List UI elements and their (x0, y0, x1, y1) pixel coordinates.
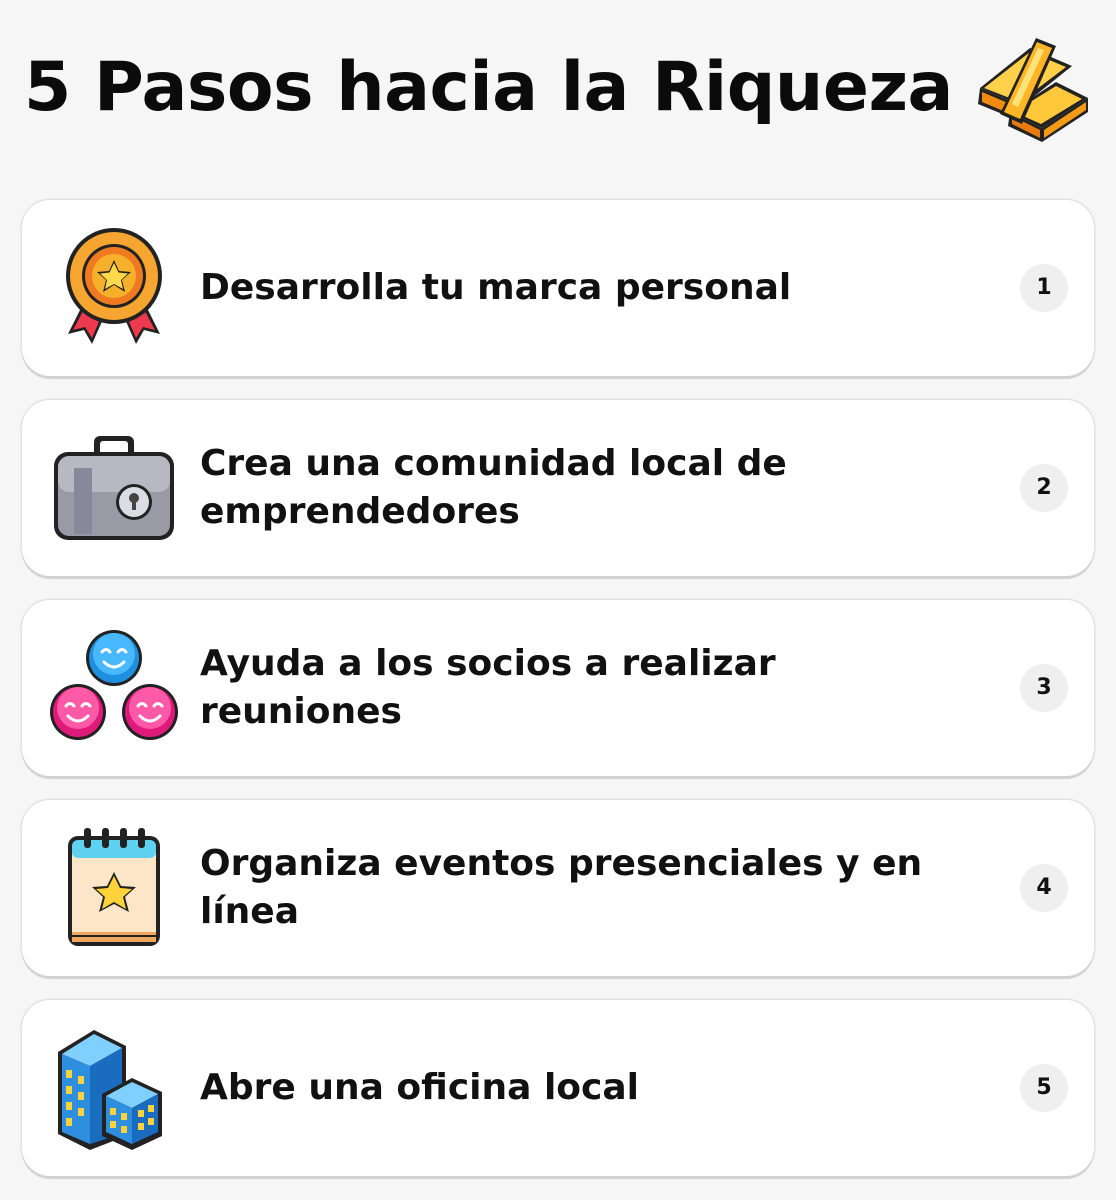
step-number-badge: 5 (1020, 1064, 1068, 1112)
step-label: Desarrolla tu marca personal (200, 267, 792, 308)
step-label: Crea una comunidad local de emprendedore… (200, 443, 787, 532)
office-buildings-icon (58, 1030, 162, 1150)
step-label: Organiza eventos presenciales y en línea (200, 843, 923, 932)
step-card-2[interactable]: Crea una comunidad local de emprendedore… (22, 400, 1094, 576)
gold-bars-icon (978, 38, 1088, 142)
step-card-4[interactable]: Organiza eventos presenciales y en línea… (22, 800, 1094, 976)
step-number-badge: 4 (1020, 864, 1068, 912)
briefcase-icon (54, 436, 174, 540)
calendar-star-icon (68, 828, 160, 946)
step-number-badge: 2 (1020, 464, 1068, 512)
medal-icon (66, 228, 162, 344)
step-card-5[interactable]: Abre una oficina local 5 (22, 1000, 1094, 1176)
step-number-badge: 1 (1020, 264, 1068, 312)
step-label: Ayuda a los socios a realizar reuniones (200, 643, 776, 732)
page-title: 5 Pasos hacia la Riqueza (24, 48, 953, 127)
step-label: Abre una oficina local (200, 1067, 640, 1108)
step-card-1[interactable]: Desarrolla tu marca personal 1 (22, 200, 1094, 376)
step-card-3[interactable]: Ayuda a los socios a realizar reuniones … (22, 600, 1094, 776)
step-number-badge: 3 (1020, 664, 1068, 712)
people-group-icon (50, 630, 178, 740)
